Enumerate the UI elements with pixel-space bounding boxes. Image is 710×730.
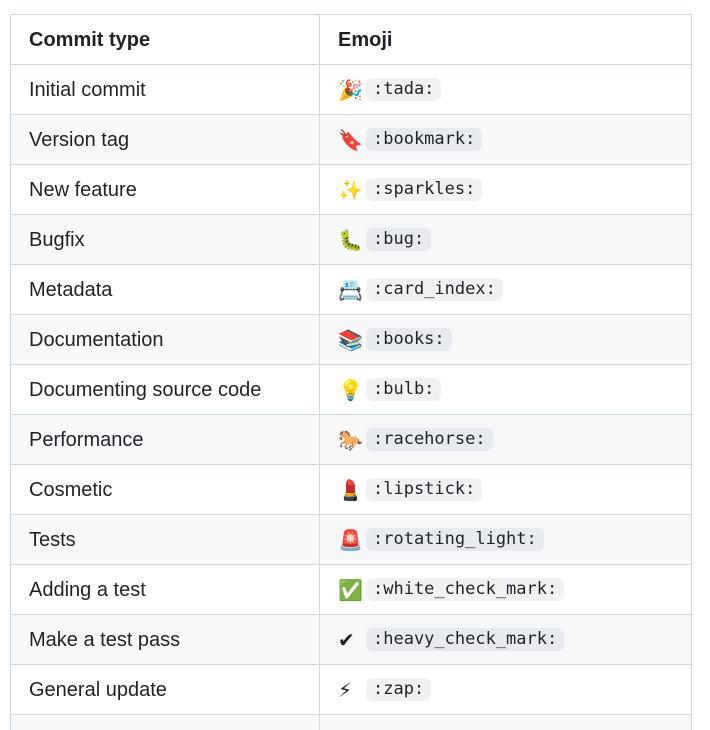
emoji-shortcode: :tada: [366, 78, 442, 101]
emoji-shortcode: :bug: [366, 228, 432, 251]
white-check-mark-icon: ✅ [338, 577, 363, 602]
table-row: Performance 🐎:racehorse: [10, 414, 692, 465]
emoji-cell [319, 714, 692, 730]
commit-type-cell: Bugfix [10, 214, 320, 265]
emoji-shortcode: :racehorse: [366, 428, 493, 451]
header-emoji: Emoji [319, 14, 692, 65]
commit-type-cell: Tests [10, 514, 320, 565]
card-index-icon: 📇 [338, 277, 363, 302]
table-row: General update ⚡ :zap: [10, 664, 692, 715]
emoji-cell: 🐎:racehorse: [319, 414, 692, 465]
heavy-check-mark-icon: ✔ [338, 627, 355, 652]
emoji-cell: 🎉:tada: [319, 64, 692, 115]
emoji-shortcode: :lipstick: [366, 478, 483, 501]
table-row: Initial commit 🎉:tada: [10, 64, 692, 115]
commit-type-cell: Cosmetic [10, 464, 320, 515]
table-header-row: Commit type Emoji [10, 14, 692, 65]
emoji-shortcode: :sparkles: [366, 178, 483, 201]
emoji-shortcode: :heavy_check_mark: [366, 628, 565, 651]
rotating-light-icon: 🚨 [338, 527, 363, 552]
table-row: Tests 🚨:rotating_light: [10, 514, 692, 565]
table-row: Cosmetic 💄:lipstick: [10, 464, 692, 515]
page: Commit type Emoji Initial commit 🎉:tada: V… [0, 0, 710, 730]
table-row: New feature ✨:sparkles: [10, 164, 692, 215]
commit-type-cell: Make a test pass [10, 614, 320, 665]
emoji-cell: ✔ :heavy_check_mark: [319, 614, 692, 665]
emoji-shortcode: :zap: [366, 678, 432, 701]
commit-type-cell: Metadata [10, 264, 320, 315]
table-row: Version tag 🔖:bookmark: [10, 114, 692, 165]
emoji-cell: 💄:lipstick: [319, 464, 692, 515]
commit-type-cell: New feature [10, 164, 320, 215]
emoji-shortcode: :rotating_light: [366, 528, 544, 551]
emoji-cell: 🐛:bug: [319, 214, 692, 265]
table-row: Make a test pass ✔ :heavy_check_mark: [10, 614, 692, 665]
commit-type-cell: Version tag [10, 114, 320, 165]
emoji-shortcode: :books: [366, 328, 452, 351]
commit-type-cell: Adding a test [10, 564, 320, 615]
emoji-cell: ✨:sparkles: [319, 164, 692, 215]
commit-type-cell [10, 714, 320, 730]
table-row: Documentation 📚:books: [10, 314, 692, 365]
emoji-shortcode: :card_index: [366, 278, 503, 301]
emoji-cell: ✅:white_check_mark: [319, 564, 692, 615]
emoji-cell: ⚡ :zap: [319, 664, 692, 715]
racehorse-icon: 🐎 [338, 427, 363, 452]
emoji-cell: 📚:books: [319, 314, 692, 365]
lipstick-icon: 💄 [338, 477, 363, 502]
books-icon: 📚 [338, 327, 363, 352]
party-popper-icon: 🎉 [338, 77, 363, 102]
table-row-partial [10, 714, 692, 730]
table-row: Adding a test ✅:white_check_mark: [10, 564, 692, 615]
zap-icon: ⚡ [338, 677, 353, 702]
commit-type-cell: General update [10, 664, 320, 715]
commit-type-cell: Documenting source code [10, 364, 320, 415]
sparkles-icon: ✨ [338, 177, 363, 202]
emoji-shortcode: :white_check_mark: [366, 578, 565, 601]
emoji-cell: 🔖:bookmark: [319, 114, 692, 165]
bug-icon: 🐛 [338, 227, 363, 252]
light-bulb-icon: 💡 [338, 377, 363, 402]
commit-type-cell: Performance [10, 414, 320, 465]
emoji-cell: 🚨:rotating_light: [319, 514, 692, 565]
emoji-cell: 📇:card_index: [319, 264, 692, 315]
table-row: Documenting source code 💡:bulb: [10, 364, 692, 415]
commit-type-cell: Initial commit [10, 64, 320, 115]
header-commit-type: Commit type [10, 14, 320, 65]
emoji-shortcode: :bookmark: [366, 128, 483, 151]
commit-type-cell: Documentation [10, 314, 320, 365]
bookmark-tag-icon: 🔖 [338, 127, 363, 152]
table-row: Bugfix 🐛:bug: [10, 214, 692, 265]
commit-emoji-table: Commit type Emoji Initial commit 🎉:tada: V… [10, 14, 692, 730]
emoji-cell: 💡:bulb: [319, 364, 692, 415]
emoji-shortcode: :bulb: [366, 378, 442, 401]
table-row: Metadata 📇:card_index: [10, 264, 692, 315]
